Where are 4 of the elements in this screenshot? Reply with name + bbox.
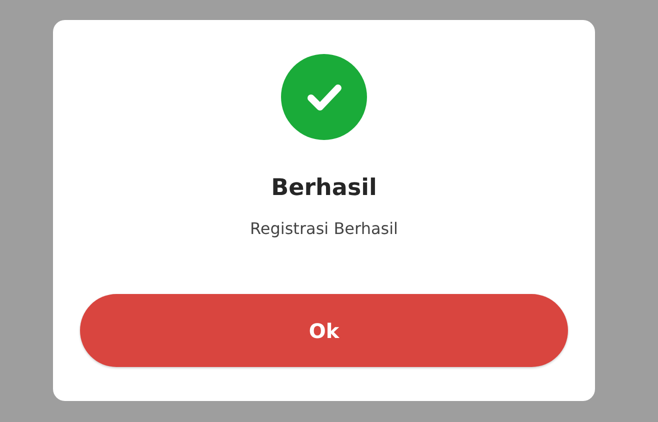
dialog-title: Berhasil xyxy=(271,174,377,203)
dialog-message: Registrasi Berhasil xyxy=(250,219,398,239)
check-icon xyxy=(281,54,367,140)
ok-button[interactable]: Ok xyxy=(80,294,568,367)
